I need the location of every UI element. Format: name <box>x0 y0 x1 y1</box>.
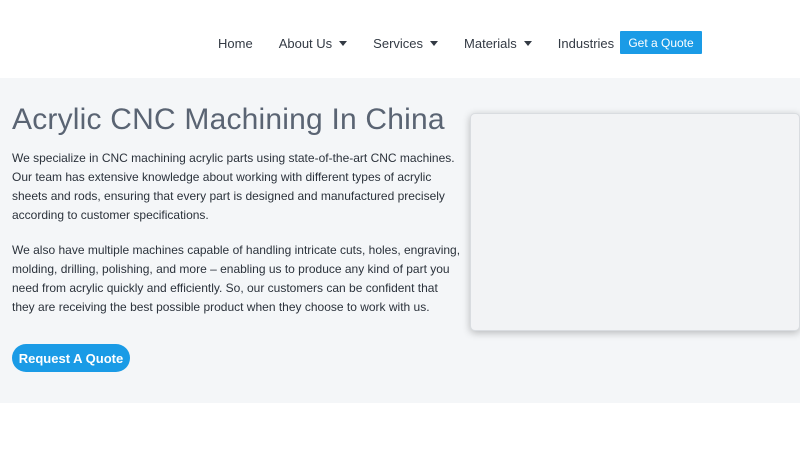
media-panel <box>470 113 800 331</box>
caret-down-icon <box>523 40 532 46</box>
caret-down-icon <box>339 40 348 46</box>
nav-item-label: Home <box>218 35 253 51</box>
hero-section: Acrylic CNC Machining In China We specia… <box>0 78 800 403</box>
caret-down-icon <box>430 40 439 46</box>
hero-paragraph-2: We also have multiple machines capable o… <box>12 243 461 314</box>
nav-item-about-us[interactable]: About Us <box>266 36 360 51</box>
nav-item-home[interactable]: Home <box>205 36 266 51</box>
nav-item-label: Materials <box>464 35 517 51</box>
page-title: Acrylic CNC Machining In China <box>12 103 445 136</box>
get-a-quote-button[interactable]: Get a Quote <box>620 31 702 54</box>
nav-item-label: Industries <box>557 35 615 51</box>
page: Home About Us Services Materials Industr… <box>0 0 800 450</box>
nav-item-label: Services <box>373 35 424 51</box>
hero-paragraph-1: We specialize in CNC machining acrylic p… <box>12 151 455 222</box>
request-a-quote-button[interactable]: Request A Quote <box>12 344 130 372</box>
nav-item-materials[interactable]: Materials <box>451 36 545 51</box>
nav-item-label: About Us <box>278 35 333 51</box>
main-nav: Home About Us Services Materials Industr… <box>205 0 642 86</box>
nav-item-services[interactable]: Services <box>360 36 451 51</box>
site-header: Home About Us Services Materials Industr… <box>0 0 800 78</box>
